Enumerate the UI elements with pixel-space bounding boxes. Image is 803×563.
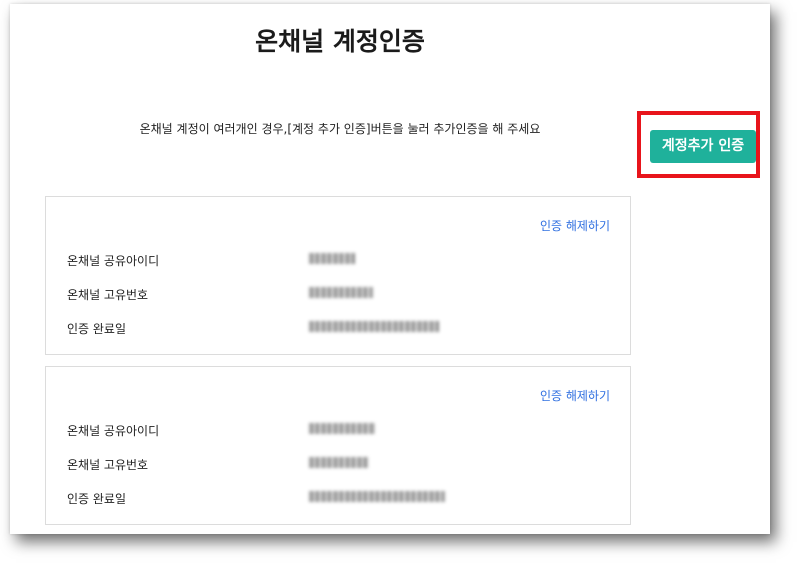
auth-date-value-redacted bbox=[309, 491, 445, 502]
shared-id-value-redacted bbox=[309, 253, 355, 264]
add-account-auth-button[interactable]: 계정추가 인증 bbox=[650, 130, 756, 163]
unique-number-label: 온채널 고유번호 bbox=[67, 458, 149, 472]
shared-id-value-redacted bbox=[309, 423, 375, 434]
account-field-row: 온채널 공유아이디 bbox=[67, 422, 607, 442]
shared-id-label: 온채널 공유아이디 bbox=[67, 424, 160, 438]
unique-number-value-redacted bbox=[309, 457, 369, 468]
page-title: 온채널 계정인증 bbox=[255, 27, 425, 56]
instruction-text: 온채널 계정이 여러개인 경우,[계정 추가 인증]버튼을 눌러 추가인증을 해… bbox=[139, 122, 541, 136]
account-card: 인증 해제하기 온채널 공유아이디 온채널 고유번호 인증 완료일 bbox=[45, 366, 631, 525]
unique-number-label: 온채널 고유번호 bbox=[67, 288, 149, 302]
account-field-row: 인증 완료일 bbox=[67, 320, 607, 340]
screenshot-frame: 온채널 계정인증 온채널 계정이 여러개인 경우,[계정 추가 인증]버튼을 눌… bbox=[10, 4, 770, 534]
account-card: 인증 해제하기 온채널 공유아이디 온채널 고유번호 인증 완료일 bbox=[45, 196, 631, 355]
account-field-row: 온채널 고유번호 bbox=[67, 456, 607, 476]
auth-date-label: 인증 완료일 bbox=[67, 492, 127, 506]
unlink-auth-link[interactable]: 인증 해제하기 bbox=[540, 387, 610, 404]
unlink-auth-link[interactable]: 인증 해제하기 bbox=[540, 217, 610, 234]
account-field-row: 인증 완료일 bbox=[67, 490, 607, 510]
unique-number-value-redacted bbox=[309, 287, 373, 298]
account-field-row: 온채널 공유아이디 bbox=[67, 252, 607, 272]
shared-id-label: 온채널 공유아이디 bbox=[67, 254, 160, 268]
account-field-row: 온채널 고유번호 bbox=[67, 286, 607, 306]
auth-date-value-redacted bbox=[309, 321, 439, 332]
auth-date-label: 인증 완료일 bbox=[67, 322, 127, 336]
